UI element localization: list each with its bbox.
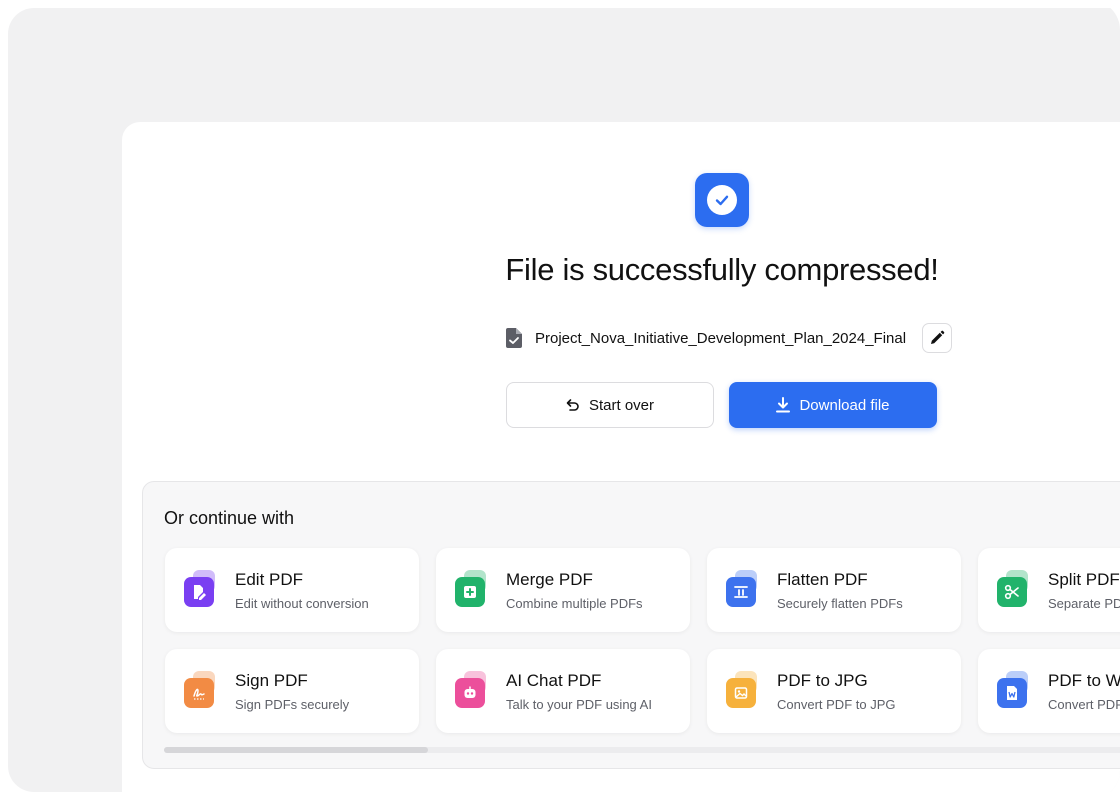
start-over-label: Start over: [588, 396, 655, 414]
start-over-button[interactable]: Start over: [506, 382, 714, 428]
tool-desc: Convert PDF to JPG: [777, 697, 896, 712]
pencil-icon: [931, 330, 945, 344]
tool-flatten-pdf[interactable]: Flatten PDF Securely flatten PDFs: [707, 548, 961, 632]
tool-name: Edit PDF: [235, 570, 304, 589]
file-name: Project_Nova_Initiative_Development_Plan…: [535, 329, 907, 347]
tool-name: Merge PDF: [506, 570, 593, 589]
continue-panel: Or continue with Edit PDF Edit without c…: [142, 481, 1120, 769]
undo-icon: [566, 399, 579, 411]
scissors-icon: [997, 570, 1035, 608]
window-background: File is successfully compressed! Project…: [8, 8, 1120, 792]
tool-desc: Separate PDF pages: [1048, 596, 1120, 611]
tool-name: Sign PDF: [235, 671, 308, 690]
tool-pdf-to-jpg[interactable]: PDF to JPG Convert PDF to JPG: [707, 649, 961, 733]
tool-name: PDF to JPG: [777, 671, 868, 690]
download-button[interactable]: Download file: [729, 382, 937, 428]
check-circle-icon: [695, 173, 749, 227]
result-card: File is successfully compressed! Project…: [122, 122, 1120, 792]
download-label: Download file: [799, 396, 890, 414]
tool-name: PDF to Word: [1048, 671, 1120, 690]
tool-desc: Convert PDF to Word: [1048, 697, 1120, 712]
continue-title: Or continue with: [164, 508, 295, 528]
file-check-icon: [506, 328, 524, 348]
tool-edit-pdf[interactable]: Edit PDF Edit without conversion: [165, 548, 419, 632]
signature-icon: [184, 671, 222, 709]
tool-name: Split PDF: [1048, 570, 1120, 589]
rename-button[interactable]: [922, 323, 953, 353]
tool-desc: Securely flatten PDFs: [777, 596, 903, 611]
robot-icon: [455, 671, 493, 709]
tool-name: AI Chat PDF: [506, 671, 602, 690]
tool-desc: Sign PDFs securely: [235, 697, 350, 712]
scrollbar-thumb[interactable]: [164, 747, 428, 753]
flatten-pdf-icon: [726, 570, 764, 608]
merge-pdf-icon: [455, 570, 493, 608]
edit-pdf-icon: [184, 570, 222, 608]
horizontal-scrollbar[interactable]: [164, 747, 1120, 753]
page-title: File is successfully compressed!: [505, 252, 939, 287]
download-icon: [776, 397, 791, 413]
tool-pdf-to-word[interactable]: PDF to Word Convert PDF to Word: [978, 649, 1120, 733]
tool-split-pdf[interactable]: Split PDF Separate PDF pages: [978, 548, 1120, 632]
tool-merge-pdf[interactable]: Merge PDF Combine multiple PDFs: [436, 548, 690, 632]
tool-name: Flatten PDF: [777, 570, 868, 589]
tool-ai-chat-pdf[interactable]: AI Chat PDF Talk to your PDF using AI: [436, 649, 690, 733]
tool-desc: Edit without conversion: [235, 596, 369, 611]
image-icon: [726, 671, 764, 709]
tool-desc: Combine multiple PDFs: [506, 596, 643, 611]
tool-desc: Talk to your PDF using AI: [506, 697, 652, 712]
app-window: File is successfully compressed! Project…: [0, 0, 1120, 800]
file-row: Project_Nova_Initiative_Development_Plan…: [506, 322, 953, 354]
tool-sign-pdf[interactable]: Sign PDF Sign PDFs securely: [165, 649, 419, 733]
word-icon: [997, 671, 1035, 709]
